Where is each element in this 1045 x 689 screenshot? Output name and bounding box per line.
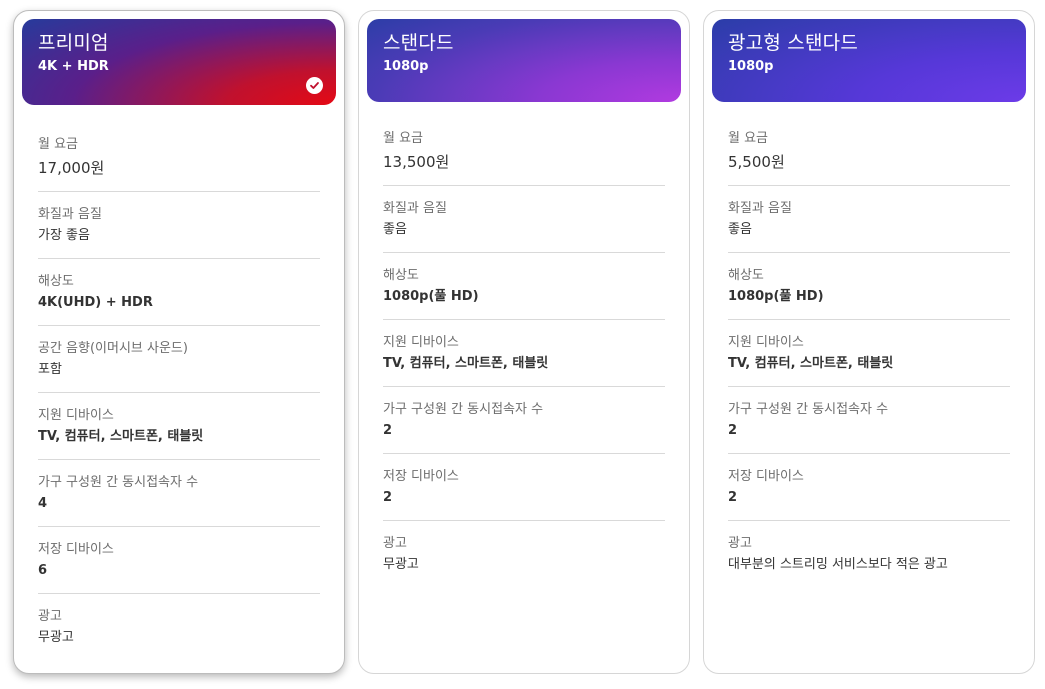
plan-card-standard[interactable]: 스탠다드 1080p 월 요금 13,500원 화질과 음질 좋음 해상도 10… [358, 10, 690, 674]
attr-resolution: 해상도 4K(UHD) + HDR [38, 273, 320, 326]
attr-streams: 가구 구성원 간 동시접속자 수 2 [728, 401, 1010, 454]
attr-price: 월 요금 13,500원 [383, 130, 665, 186]
attr-label: 가구 구성원 간 동시접속자 수 [728, 402, 889, 417]
plan-subtitle: 1080p [383, 59, 429, 74]
plan-selection: 프리미엄 4K + HDR 월 요금 17,000원 화질과 음질 가장 좋음 … [0, 0, 1045, 689]
attr-quality: 화질과 음질 좋음 [383, 200, 665, 253]
attr-label: 저장 디바이스 [728, 469, 804, 484]
attr-value: 2 [728, 490, 738, 505]
attr-label: 가구 구성원 간 동시접속자 수 [383, 402, 544, 417]
attr-value: 좋음 [383, 222, 407, 237]
plan-attributes: 월 요금 13,500원 화질과 음질 좋음 해상도 1080p(풀 HD) 지… [383, 102, 665, 588]
attr-ads: 광고 무광고 [383, 535, 665, 588]
attr-downloads: 저장 디바이스 2 [728, 468, 1010, 521]
attr-downloads: 저장 디바이스 2 [383, 468, 665, 521]
plan-header-standard-with-ads: 광고형 스탠다드 1080p [712, 19, 1026, 102]
attr-resolution: 해상도 1080p(풀 HD) [728, 267, 1010, 320]
attr-resolution: 해상도 1080p(풀 HD) [383, 267, 665, 320]
attr-price: 월 요금 17,000원 [38, 136, 320, 192]
attr-label: 공간 음향(이머시브 사운드) [38, 341, 188, 356]
attr-label: 지원 디바이스 [383, 335, 459, 350]
attr-price: 월 요금 5,500원 [728, 130, 1010, 186]
attr-label: 월 요금 [728, 131, 769, 146]
attr-value: TV, 컴퓨터, 스마트폰, 태블릿 [38, 429, 204, 444]
attr-streams: 가구 구성원 간 동시접속자 수 4 [38, 474, 320, 527]
attr-label: 월 요금 [38, 137, 79, 152]
attr-label: 해상도 [383, 268, 419, 283]
attr-devices: 지원 디바이스 TV, 컴퓨터, 스마트폰, 태블릿 [38, 407, 320, 460]
attr-label: 화질과 음질 [728, 201, 792, 216]
attr-label: 가구 구성원 간 동시접속자 수 [38, 475, 199, 490]
attr-value: 무광고 [38, 630, 74, 645]
attr-label: 광고 [383, 536, 407, 551]
check-circle-icon [306, 77, 323, 94]
attr-devices: 지원 디바이스 TV, 컴퓨터, 스마트폰, 태블릿 [383, 334, 665, 387]
plan-attributes: 월 요금 17,000원 화질과 음질 가장 좋음 해상도 4K(UHD) + … [38, 105, 320, 661]
attr-value: 2 [383, 490, 393, 505]
attr-label: 해상도 [38, 274, 74, 289]
attr-value: 1080p(풀 HD) [728, 289, 824, 304]
attr-label: 지원 디바이스 [728, 335, 804, 350]
plan-subtitle: 4K + HDR [38, 59, 109, 74]
attr-value: 2 [728, 423, 738, 438]
attr-quality: 화질과 음질 좋음 [728, 200, 1010, 253]
attr-value: 가장 좋음 [38, 228, 90, 243]
plan-name: 스탠다드 [383, 32, 454, 54]
plan-card-premium[interactable]: 프리미엄 4K + HDR 월 요금 17,000원 화질과 음질 가장 좋음 … [13, 10, 345, 674]
plan-subtitle: 1080p [728, 59, 774, 74]
attr-label: 화질과 음질 [38, 207, 102, 222]
attr-label: 화질과 음질 [383, 201, 447, 216]
plan-name: 프리미엄 [38, 32, 109, 54]
attr-value: 17,000원 [38, 159, 105, 177]
attr-quality: 화질과 음질 가장 좋음 [38, 206, 320, 259]
attr-value: 4 [38, 496, 48, 511]
attr-label: 광고 [38, 609, 62, 624]
attr-streams: 가구 구성원 간 동시접속자 수 2 [383, 401, 665, 454]
attr-value: TV, 컴퓨터, 스마트폰, 태블릿 [728, 356, 894, 371]
attr-devices: 지원 디바이스 TV, 컴퓨터, 스마트폰, 태블릿 [728, 334, 1010, 387]
attr-value: 4K(UHD) + HDR [38, 295, 153, 310]
attr-value: 13,500원 [383, 153, 450, 171]
attr-label: 지원 디바이스 [38, 408, 114, 423]
attr-value: 무광고 [383, 557, 419, 572]
attr-label: 광고 [728, 536, 752, 551]
attr-spatial-audio: 공간 음향(이머시브 사운드) 포함 [38, 340, 320, 393]
plan-card-standard-with-ads[interactable]: 광고형 스탠다드 1080p 월 요금 5,500원 화질과 음질 좋음 해상도… [703, 10, 1035, 674]
attr-value: 1080p(풀 HD) [383, 289, 479, 304]
attr-value: 5,500원 [728, 153, 785, 171]
attr-label: 해상도 [728, 268, 764, 283]
attr-value: 좋음 [728, 222, 752, 237]
attr-ads: 광고 대부분의 스트리밍 서비스보다 적은 광고 [728, 535, 1010, 588]
attr-value: 포함 [38, 362, 62, 377]
attr-value: TV, 컴퓨터, 스마트폰, 태블릿 [383, 356, 549, 371]
attr-label: 월 요금 [383, 131, 424, 146]
plan-header-standard: 스탠다드 1080p [367, 19, 681, 102]
attr-value: 6 [38, 563, 48, 578]
attr-value: 2 [383, 423, 393, 438]
attr-label: 저장 디바이스 [383, 469, 459, 484]
attr-value: 대부분의 스트리밍 서비스보다 적은 광고 [728, 557, 948, 572]
attr-downloads: 저장 디바이스 6 [38, 541, 320, 594]
plan-attributes: 월 요금 5,500원 화질과 음질 좋음 해상도 1080p(풀 HD) 지원… [728, 102, 1010, 588]
attr-ads: 광고 무광고 [38, 608, 320, 661]
plan-header-premium: 프리미엄 4K + HDR [22, 19, 336, 105]
attr-label: 저장 디바이스 [38, 542, 114, 557]
plan-name: 광고형 스탠다드 [728, 32, 858, 54]
